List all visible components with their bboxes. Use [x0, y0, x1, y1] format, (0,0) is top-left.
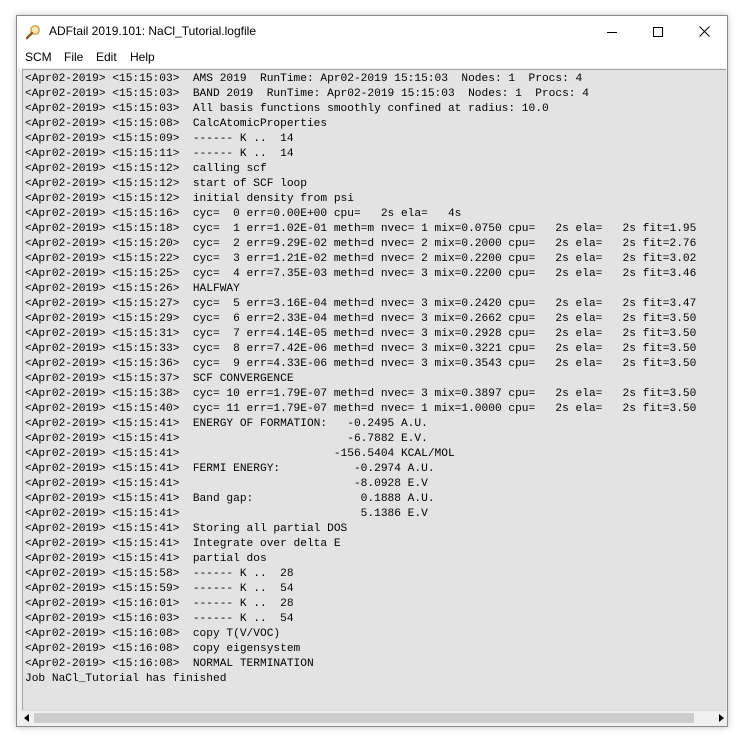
menu-file[interactable]: File [64, 50, 83, 64]
log-line: <Apr02-2019> <15:15:22> cyc= 3 err=1.21E… [25, 253, 697, 265]
log-line: <Apr02-2019> <15:15:41> 5.1386 E.V [25, 508, 428, 520]
log-line: <Apr02-2019> <15:15:40> cyc= 11 err=1.79… [25, 403, 697, 415]
menu-bar: SCM File Edit Help [17, 47, 727, 68]
log-line: <Apr02-2019> <15:15:29> cyc= 6 err=2.33E… [25, 313, 697, 325]
log-line: <Apr02-2019> <15:15:25> cyc= 4 err=7.35E… [25, 268, 697, 280]
log-line: <Apr02-2019> <15:15:41> -156.5404 KCAL/M… [25, 448, 455, 460]
log-line: <Apr02-2019> <15:15:36> cyc= 9 err=4.33E… [25, 358, 697, 370]
log-line: <Apr02-2019> <15:15:18> cyc= 1 err=1.02E… [25, 223, 697, 235]
log-line: <Apr02-2019> <15:16:08> copy T(V/VOC) [25, 628, 281, 640]
log-line: <Apr02-2019> <15:15:16> cyc= 0 err=0.00E… [25, 208, 462, 220]
log-line: <Apr02-2019> <15:15:12> initial density … [25, 193, 354, 205]
log-line: <Apr02-2019> <15:15:41> Band gap: 0.1888… [25, 493, 435, 505]
maximize-icon [653, 26, 663, 37]
log-line: <Apr02-2019> <15:15:37> SCF CONVERGENCE [25, 373, 294, 385]
log-line: <Apr02-2019> <15:15:31> cyc= 7 err=4.14E… [25, 328, 697, 340]
minimize-button[interactable] [589, 16, 635, 47]
log-line: <Apr02-2019> <15:16:01> ------ K .. 28 [25, 598, 294, 610]
log-line: <Apr02-2019> <15:15:41> ENERGY OF FORMAT… [25, 418, 428, 430]
minimize-icon [607, 31, 617, 33]
log-line: <Apr02-2019> <15:16:08> copy eigensystem [25, 643, 301, 655]
log-line: <Apr02-2019> <15:15:11> ------ K .. 14 [25, 148, 294, 160]
log-line: <Apr02-2019> <15:15:27> cyc= 5 err=3.16E… [25, 298, 697, 310]
log-line: <Apr02-2019> <15:15:09> ------ K .. 14 [25, 133, 294, 145]
log-line: <Apr02-2019> <15:15:20> cyc= 2 err=9.29E… [25, 238, 697, 250]
log-line: <Apr02-2019> <15:15:08> CalcAtomicProper… [25, 118, 328, 130]
log-line: <Apr02-2019> <15:15:58> ------ K .. 28 [25, 568, 294, 580]
log-line: <Apr02-2019> <15:15:33> cyc= 8 err=7.42E… [25, 343, 697, 355]
log-line: <Apr02-2019> <15:15:59> ------ K .. 54 [25, 583, 294, 595]
arrow-right-icon[interactable] [719, 714, 724, 722]
log-text-area[interactable]: <Apr02-2019> <15:15:03> AMS 2019 RunTime… [22, 69, 726, 712]
maximize-button[interactable] [635, 16, 681, 47]
scrollbar-thumb[interactable] [34, 713, 694, 723]
log-line: <Apr02-2019> <15:15:41> Integrate over d… [25, 538, 341, 550]
arrow-left-icon[interactable] [24, 714, 29, 722]
menu-scm[interactable]: SCM [25, 50, 52, 64]
log-line: <Apr02-2019> <15:15:41> -8.0928 E.V [25, 478, 428, 490]
log-line: Job NaCl_Tutorial has finished [25, 673, 227, 685]
close-icon [698, 26, 710, 37]
log-line: <Apr02-2019> <15:16:03> ------ K .. 54 [25, 613, 294, 625]
log-line: <Apr02-2019> <15:15:03> BAND 2019 RunTim… [25, 88, 589, 100]
log-line: <Apr02-2019> <15:15:41> FERMI ENERGY: -0… [25, 463, 435, 475]
log-line: <Apr02-2019> <15:15:41> partial dos [25, 553, 267, 565]
log-line: <Apr02-2019> <15:15:38> cyc= 10 err=1.79… [25, 388, 697, 400]
log-lines: <Apr02-2019> <15:15:03> AMS 2019 RunTime… [25, 72, 696, 687]
horizontal-scrollbar[interactable] [22, 710, 726, 725]
close-button[interactable] [681, 16, 727, 47]
log-line: <Apr02-2019> <15:15:03> AMS 2019 RunTime… [25, 73, 583, 85]
menu-edit[interactable]: Edit [96, 50, 117, 64]
magnifier-icon[interactable] [25, 24, 41, 40]
log-line: <Apr02-2019> <15:15:12> start of SCF loo… [25, 178, 307, 190]
log-line: <Apr02-2019> <15:15:41> -6.7882 E.V. [25, 433, 428, 445]
window-title: ADFtail 2019.101: NaCl_Tutorial.logfile [49, 24, 256, 38]
title-bar[interactable]: ADFtail 2019.101: NaCl_Tutorial.logfile [17, 16, 727, 47]
log-line: <Apr02-2019> <15:15:12> calling scf [25, 163, 267, 175]
log-line: <Apr02-2019> <15:15:26> HALFWAY [25, 283, 240, 295]
log-line: <Apr02-2019> <15:16:08> NORMAL TERMINATI… [25, 658, 314, 670]
log-line: <Apr02-2019> <15:15:41> Storing all part… [25, 523, 348, 535]
menu-help[interactable]: Help [130, 50, 155, 64]
app-window: ADFtail 2019.101: NaCl_Tutorial.logfile … [16, 15, 728, 727]
log-line: <Apr02-2019> <15:15:03> All basis functi… [25, 103, 549, 115]
